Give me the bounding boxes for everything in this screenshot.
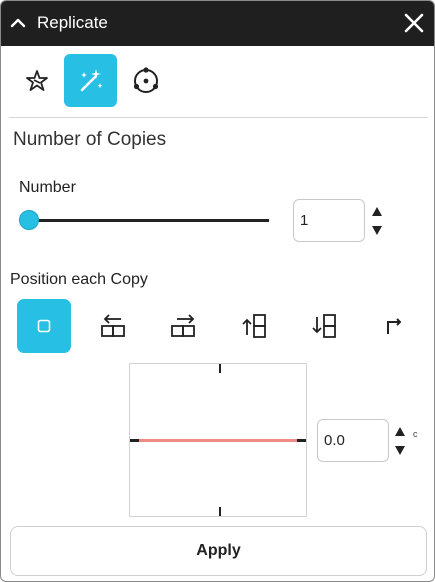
arrow-up-box-icon	[242, 314, 266, 338]
stepper-up-icon	[372, 207, 382, 216]
position-option-none[interactable]	[17, 299, 71, 353]
magic-wand-button[interactable]	[64, 54, 117, 107]
magic-wand-icon	[80, 68, 102, 91]
offset-unit: c	[413, 429, 418, 439]
arrow-left-box-icon	[101, 314, 125, 337]
stepper-down-icon	[372, 226, 382, 235]
window-title: Replicate	[37, 13, 108, 32]
radial-points-button[interactable]	[119, 54, 172, 107]
offset-stepper[interactable]	[393, 425, 407, 457]
stepper-down-icon	[395, 446, 405, 455]
preview-tick-top	[219, 364, 221, 373]
arrow-right-box-icon	[171, 314, 195, 337]
star-burst-button[interactable]	[10, 54, 63, 107]
mode-toolbar	[1, 47, 434, 113]
copies-stepper[interactable]	[370, 205, 384, 237]
square-icon	[37, 319, 51, 333]
slider-track	[29, 219, 269, 222]
position-option-down[interactable]	[297, 299, 351, 353]
offset-line[interactable]	[130, 439, 306, 442]
copies-slider[interactable]	[19, 208, 269, 232]
position-option-corner[interactable]	[367, 299, 421, 353]
preview-tick-bottom	[219, 507, 221, 516]
offset-line-end-right	[297, 439, 306, 442]
replicate-panel: Replicate Number of Copies Number 1 Posi…	[0, 0, 435, 582]
position-option-left[interactable]	[87, 299, 141, 353]
stepper-up-icon	[395, 427, 405, 436]
divider	[9, 117, 428, 118]
chevron-up-icon[interactable]	[10, 15, 26, 31]
section-title-copies: Number of Copies	[13, 129, 167, 150]
slider-thumb[interactable]	[19, 210, 39, 230]
position-option-right[interactable]	[157, 299, 211, 353]
close-icon[interactable]	[403, 12, 425, 34]
copies-input[interactable]: 1	[293, 199, 365, 242]
radial-points-icon	[133, 66, 158, 93]
corner-arrow-icon	[387, 318, 402, 334]
star-burst-icon	[25, 69, 48, 91]
apply-button[interactable]: Apply	[10, 526, 427, 576]
position-label: Position each Copy	[10, 271, 148, 288]
title-bar: Replicate	[1, 1, 434, 46]
offset-preview[interactable]	[129, 363, 307, 517]
number-label: Number	[19, 179, 76, 196]
position-option-up[interactable]	[227, 299, 281, 353]
offset-line-end-left	[130, 439, 139, 442]
arrow-down-box-icon	[312, 314, 336, 338]
offset-input[interactable]: 0.0	[317, 419, 389, 462]
